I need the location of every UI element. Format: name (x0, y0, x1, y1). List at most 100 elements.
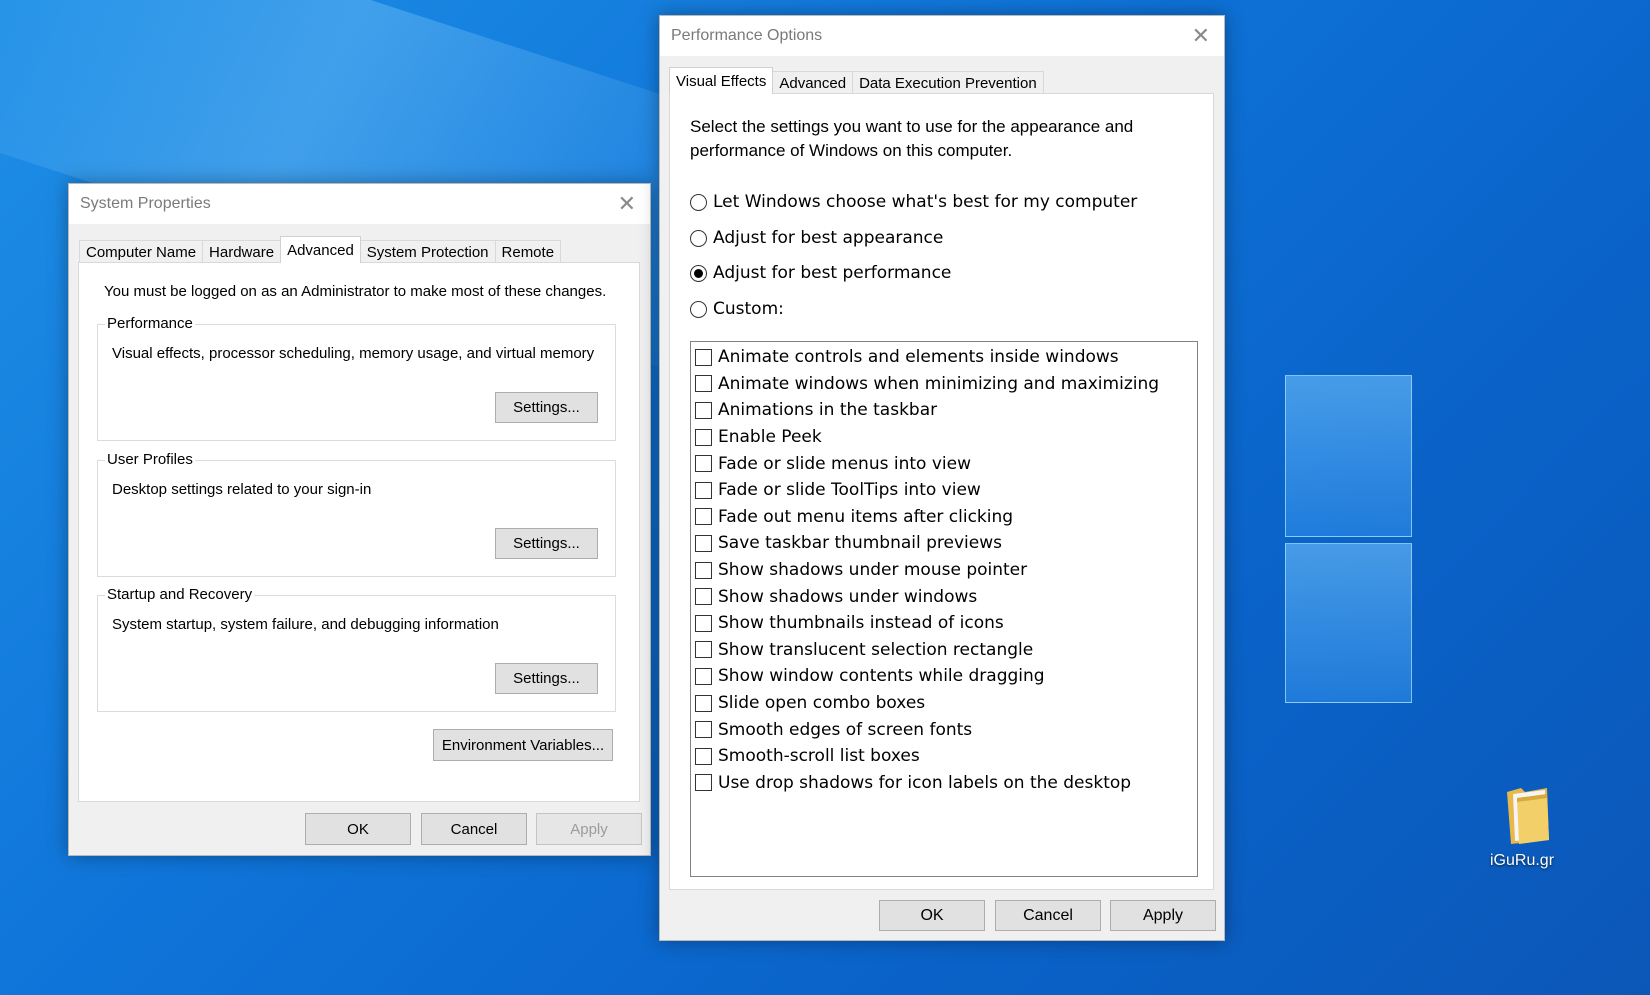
performance-settings-button[interactable]: Settings... (495, 392, 598, 423)
radio-button[interactable] (690, 193, 707, 211)
effect-item[interactable]: Show window contents while dragging (691, 663, 1197, 690)
effect-label: Show shadows under windows (718, 586, 978, 607)
group-label: Performance (105, 315, 195, 332)
window-title: System Properties (80, 195, 211, 212)
checkbox[interactable] (695, 774, 712, 792)
tab-computer-name[interactable]: Computer Name (79, 240, 204, 263)
intro-text: Select the settings you want to use for … (690, 117, 1134, 160)
tab-panel-visual-effects: Select the settings you want to use for … (669, 93, 1214, 890)
group-description: Visual effects, processor scheduling, me… (112, 345, 595, 362)
user-profiles-settings-button[interactable]: Settings... (495, 528, 598, 559)
tab-data-execution-prevention[interactable]: Data Execution Prevention (852, 71, 1044, 94)
tab-strip: Computer Name Hardware Advanced System P… (79, 236, 562, 263)
checkbox[interactable] (695, 428, 712, 446)
radio-best-performance[interactable]: Adjust for best performance (690, 263, 951, 283)
effect-item[interactable]: Show shadows under mouse pointer (691, 557, 1197, 584)
effect-item[interactable]: Animate controls and elements inside win… (691, 344, 1197, 371)
effect-label: Smooth edges of screen fonts (718, 719, 973, 740)
tab-advanced[interactable]: Advanced (280, 236, 361, 263)
window-title: Performance Options (671, 27, 823, 44)
checkbox[interactable] (695, 694, 712, 712)
user-profiles-group: User Profiles Desktop settings related t… (97, 451, 616, 577)
radio-label: Custom: (713, 299, 784, 319)
effect-label: Animations in the taskbar (718, 400, 938, 421)
effect-label: Fade out menu items after clicking (718, 506, 1014, 527)
group-label: Startup and Recovery (105, 586, 255, 603)
windows-logo-wallpaper (1285, 375, 1415, 735)
apply-button[interactable]: Apply (1110, 900, 1216, 931)
group-label: User Profiles (105, 451, 195, 468)
radio-label: Adjust for best performance (713, 263, 952, 283)
effect-item[interactable]: Save taskbar thumbnail previews (691, 530, 1197, 557)
checkbox[interactable] (695, 588, 712, 606)
effect-label: Show thumbnails instead of icons (718, 613, 1004, 634)
title-bar[interactable]: System Properties ✕ (69, 184, 650, 224)
effect-item[interactable]: Fade or slide menus into view (691, 450, 1197, 477)
visual-effects-list[interactable]: Animate controls and elements inside win… (690, 341, 1198, 877)
close-icon[interactable]: ✕ (1192, 24, 1210, 49)
checkbox[interactable] (695, 481, 712, 499)
checkbox[interactable] (695, 747, 712, 765)
effect-label: Use drop shadows for icon labels on the … (718, 772, 1132, 793)
effect-item[interactable]: Slide open combo boxes (691, 690, 1197, 717)
effect-label: Show shadows under mouse pointer (718, 560, 1028, 581)
ok-button[interactable]: OK (879, 900, 985, 931)
radio-label: Let Windows choose what's best for my co… (713, 192, 1138, 212)
cancel-button[interactable]: Cancel (421, 813, 527, 845)
effect-item[interactable]: Animations in the taskbar (691, 397, 1197, 424)
desktop-icon-label[interactable]: iGuRu.gr (1490, 852, 1554, 870)
checkbox[interactable] (695, 721, 712, 739)
checkbox[interactable] (695, 348, 712, 366)
checkbox[interactable] (695, 614, 712, 632)
radio-best-appearance[interactable]: Adjust for best appearance (690, 228, 943, 248)
effect-item[interactable]: Fade out menu items after clicking (691, 504, 1197, 531)
radio-button-selected[interactable] (690, 264, 707, 282)
effect-item[interactable]: Show shadows under windows (691, 583, 1197, 610)
checkbox[interactable] (695, 641, 712, 659)
effect-label: Show window contents while dragging (718, 666, 1045, 687)
checkbox[interactable] (695, 401, 712, 419)
checkbox[interactable] (695, 455, 712, 473)
logo-pane-bottom (1285, 543, 1412, 703)
checkbox[interactable] (695, 667, 712, 685)
radio-label: Adjust for best appearance (713, 228, 944, 248)
radio-let-windows-choose[interactable]: Let Windows choose what's best for my co… (690, 192, 1137, 212)
folder-icon[interactable] (1503, 784, 1553, 846)
radio-button[interactable] (690, 229, 707, 247)
effect-label: Enable Peek (718, 427, 822, 448)
group-description: System startup, system failure, and debu… (112, 616, 499, 633)
checkbox[interactable] (695, 508, 712, 526)
tab-advanced[interactable]: Advanced (772, 71, 854, 94)
cancel-button[interactable]: Cancel (995, 900, 1101, 931)
effect-label: Fade or slide ToolTips into view (718, 480, 981, 501)
tab-system-protection[interactable]: System Protection (359, 240, 496, 263)
admin-note: You must be logged on as an Administrato… (104, 283, 607, 300)
effect-item[interactable]: Fade or slide ToolTips into view (691, 477, 1197, 504)
logo-pane-top (1285, 375, 1412, 537)
startup-recovery-settings-button[interactable]: Settings... (495, 663, 598, 694)
tab-remote[interactable]: Remote (494, 240, 562, 263)
tab-visual-effects[interactable]: Visual Effects (669, 67, 774, 94)
ok-button[interactable]: OK (305, 813, 411, 845)
effect-item[interactable]: Enable Peek (691, 424, 1197, 451)
checkbox[interactable] (695, 561, 712, 579)
group-description: Desktop settings related to your sign-in (112, 481, 372, 498)
effect-item[interactable]: Show translucent selection rectangle (691, 637, 1197, 664)
checkbox[interactable] (695, 534, 712, 552)
startup-recovery-group: Startup and Recovery System startup, sys… (97, 586, 616, 712)
checkbox[interactable] (695, 375, 712, 393)
effect-item[interactable]: Use drop shadows for icon labels on the … (691, 770, 1197, 797)
effect-label: Slide open combo boxes (718, 693, 926, 714)
title-bar[interactable]: Performance Options ✕ (660, 16, 1224, 56)
effect-item[interactable]: Smooth-scroll list boxes (691, 743, 1197, 770)
effect-item[interactable]: Animate windows when minimizing and maxi… (691, 371, 1197, 398)
effect-item[interactable]: Show thumbnails instead of icons (691, 610, 1197, 637)
radio-button[interactable] (690, 300, 707, 318)
tab-hardware[interactable]: Hardware (202, 240, 282, 263)
radio-custom[interactable]: Custom: (690, 299, 784, 319)
close-icon[interactable]: ✕ (618, 192, 636, 217)
apply-button[interactable]: Apply (536, 813, 642, 845)
performance-options-window: Performance Options ✕ Visual Effects Adv… (659, 15, 1225, 941)
environment-variables-button[interactable]: Environment Variables... (433, 729, 613, 761)
effect-item[interactable]: Smooth edges of screen fonts (691, 716, 1197, 743)
